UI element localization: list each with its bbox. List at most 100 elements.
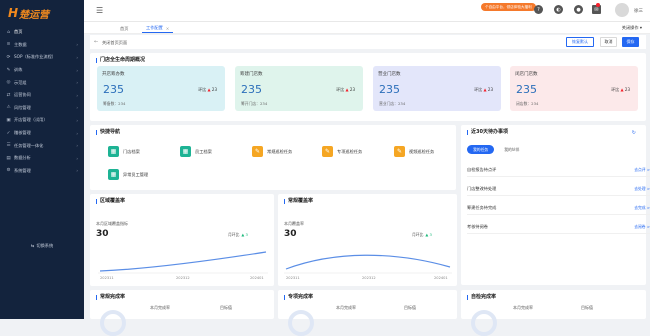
quick-nav-item[interactable]: ✎ 常规巡检任务 bbox=[252, 145, 292, 158]
special-completion-card: 专项完成率 本月完成率 目标值 bbox=[278, 290, 457, 336]
sidebar-item[interactable]: ▣ 开店管理（试用） › bbox=[0, 114, 84, 127]
close-tab-icon[interactable]: × bbox=[166, 26, 170, 31]
sidebar-item-label: 示范组 bbox=[14, 79, 27, 85]
stat-yoy-label: 环比 bbox=[198, 87, 207, 92]
stat-sub: 筹备数：234 bbox=[103, 101, 126, 106]
routine-line-chart bbox=[284, 254, 452, 274]
chevron-right-icon: › bbox=[76, 42, 78, 48]
logo-mark-icon: H bbox=[8, 6, 19, 20]
stat-card[interactable]: 开店筹办数 235 环比 ▲ 23 筹备数：234 bbox=[97, 66, 225, 111]
quick-nav-card: 快捷导航 ▦ 门店档案 ▦ 员工档案 ✎ 常规巡检任务 ✎ 专项巡检任务 ✎ 视频巡检任务 ▦ 异常员… bbox=[90, 125, 456, 190]
user-center-icon[interactable]: ● bbox=[574, 5, 583, 14]
todo-action-link[interactable]: 去完成 > bbox=[634, 205, 650, 211]
page-breadcrumb: 关闭首页页面 bbox=[102, 39, 128, 45]
promo-banner[interactable]: 个自由平台，领店体验大福利 bbox=[481, 3, 536, 11]
close-ops-label: 关闭操作 bbox=[621, 25, 639, 30]
collab-icon: ⇄ bbox=[6, 92, 11, 98]
avatar[interactable] bbox=[615, 3, 629, 17]
sidebar-item[interactable]: ⟳ SOP（标准作业流程） › bbox=[0, 51, 84, 64]
tab-home[interactable]: 首页 bbox=[116, 24, 132, 33]
stat-name: 开店筹办数 bbox=[102, 72, 125, 77]
sidebar-item[interactable]: ⌂ 首页 bbox=[0, 26, 84, 39]
routine-completion-target: 目标值 bbox=[220, 305, 232, 310]
sidebar-item[interactable]: ◎ 示范组 › bbox=[0, 76, 84, 89]
coverage-line bbox=[99, 251, 267, 272]
routine-xtick: 202401 bbox=[434, 276, 448, 280]
sidebar-item-label: 运营协同 bbox=[14, 92, 31, 98]
refresh-icon[interactable]: ↻ bbox=[632, 130, 636, 136]
quick-nav-item[interactable]: ▦ 门店档案 bbox=[108, 145, 140, 158]
stat-yoy-label: 环比 bbox=[336, 87, 345, 92]
todo-action-link[interactable]: 去阅卷 > bbox=[634, 224, 650, 230]
switch-system-label: 切换系统 bbox=[36, 243, 54, 248]
sidebar-item[interactable]: ▤ 数据分析 › bbox=[0, 152, 84, 165]
chevron-right-icon: › bbox=[76, 92, 78, 98]
quick-nav-item[interactable]: ✎ 专项巡检任务 bbox=[322, 145, 362, 158]
task-icon: ☰ bbox=[6, 143, 11, 149]
restore-default-button[interactable]: 恢复默认 bbox=[566, 37, 594, 47]
todo-card: 近30天待办事项 ↻ 我的任务 我的伙伴 自检报告待点评 去点评 > 门店整改待处理… bbox=[461, 125, 650, 285]
tab-my-tasks[interactable]: 我的任务 bbox=[467, 145, 495, 154]
username[interactable]: 徐三 bbox=[634, 8, 643, 14]
sidebar-item-label: 数据分析 bbox=[14, 155, 31, 161]
back-icon[interactable]: ← bbox=[94, 39, 98, 45]
chevron-right-icon: › bbox=[76, 80, 78, 86]
stat-yoy: 环比 ▲ 23 bbox=[611, 87, 630, 93]
sidebar-item[interactable]: ≡ 主数据 › bbox=[0, 39, 84, 52]
chevron-right-icon: › bbox=[76, 105, 78, 111]
routine-completion-card: 常规完成率 本月完成率 目标值 bbox=[90, 290, 274, 336]
help-icon[interactable]: ? bbox=[534, 5, 543, 14]
audit-icon: ✓ bbox=[6, 130, 11, 136]
tab-my-partner[interactable]: 我的伙伴 bbox=[498, 145, 525, 154]
todo-row: 门店整改待处理 去处理 > bbox=[467, 182, 650, 196]
logo-text: 楚运营 bbox=[19, 9, 50, 21]
stat-card[interactable]: 筹建门店数 235 环比 ▲ 23 筹开门店：234 bbox=[235, 66, 363, 111]
settings-icon: ⚙ bbox=[6, 168, 11, 174]
todo-row: 筹建任务待完成 去完成 > bbox=[467, 201, 650, 215]
special-completion-title: 专项完成率 bbox=[284, 295, 313, 300]
sidebar-item[interactable]: ⇄ 运营协同 › bbox=[0, 89, 84, 102]
sidebar-item[interactable]: ⚙ 系统管理 › bbox=[0, 165, 84, 178]
chevron-right-icon: › bbox=[76, 130, 78, 136]
routine-yoy-value: ▲ 3 bbox=[425, 232, 432, 237]
stat-name: 闭店门店数 bbox=[515, 72, 538, 77]
sidebar-item[interactable]: ✎ 训练 › bbox=[0, 64, 84, 77]
close-ops-dropdown[interactable]: 关闭操作 ▾ bbox=[622, 25, 642, 31]
menu-toggle-icon[interactable]: ☰ bbox=[96, 6, 103, 15]
theme-icon[interactable]: ◐ bbox=[554, 5, 563, 14]
page-tabs: 首页 工作配置 × 关闭操作 ▾ bbox=[84, 22, 650, 34]
save-label: 保存 bbox=[626, 39, 635, 44]
quick-nav-item[interactable]: ✎ 视频巡检任务 bbox=[394, 145, 434, 158]
sidebar: H 楚运营 ⌂ 首页 ≡ 主数据 › ⟳ SOP（标准作业流程） › ✎ 训练 › ◎ 示范组 › ⇄ 运营协同… bbox=[0, 0, 84, 319]
coverage-xtick: 202401 bbox=[250, 276, 264, 280]
todo-action-link[interactable]: 去处理 > bbox=[634, 186, 650, 192]
todo-label: 筹建任务待完成 bbox=[467, 204, 497, 210]
cancel-button[interactable]: 取消 bbox=[600, 37, 617, 47]
stat-card[interactable]: 营业门店数 235 环比 ▲ 23 营业门店：234 bbox=[373, 66, 501, 111]
save-button[interactable]: 保存 bbox=[622, 37, 639, 47]
routine-line bbox=[285, 254, 451, 270]
quick-nav-item[interactable]: ▦ 异常员工管理 bbox=[108, 168, 148, 181]
switch-system-button[interactable]: ⇆ 切换系统 bbox=[0, 243, 84, 249]
app-logo[interactable]: H 楚运营 bbox=[0, 0, 84, 26]
toolbar: ← 关闭首页页面 恢复默认 取消 保存 bbox=[90, 35, 646, 49]
routine-completion-ring bbox=[100, 310, 126, 336]
routine-label: 本月覆盖率 bbox=[284, 221, 304, 226]
quick-nav-item[interactable]: ▦ 员工档案 bbox=[180, 145, 212, 158]
routine-title: 常规覆盖率 bbox=[284, 199, 313, 204]
sidebar-item-label: 开店管理（试用） bbox=[14, 117, 48, 123]
todo-action-link[interactable]: 去点评 > bbox=[634, 167, 650, 173]
sidebar-item[interactable]: ✓ 稽核管理 › bbox=[0, 127, 84, 140]
sidebar-item[interactable]: ☰ 任务管理一体化 › bbox=[0, 139, 84, 152]
sidebar-item-label: 主数据 bbox=[14, 41, 27, 47]
coverage-xtick: 202312 bbox=[176, 276, 190, 280]
quick-nav-title: 快捷导航 bbox=[96, 130, 120, 135]
sidebar-item[interactable]: ⚠ 风险管理 › bbox=[0, 102, 84, 115]
quick-nav-icon: ▦ bbox=[108, 169, 119, 180]
stat-yoy-value: 23 bbox=[211, 87, 217, 92]
tab-workbench[interactable]: 工作配置 × bbox=[142, 24, 174, 33]
stat-value: 235 bbox=[516, 83, 537, 96]
stat-card[interactable]: 闭店门店数 235 环比 ▲ 23 闭店数：234 bbox=[510, 66, 638, 111]
promo-text: 个自由平台，领店体验大福利 bbox=[485, 4, 532, 9]
stat-value: 235 bbox=[103, 83, 124, 96]
